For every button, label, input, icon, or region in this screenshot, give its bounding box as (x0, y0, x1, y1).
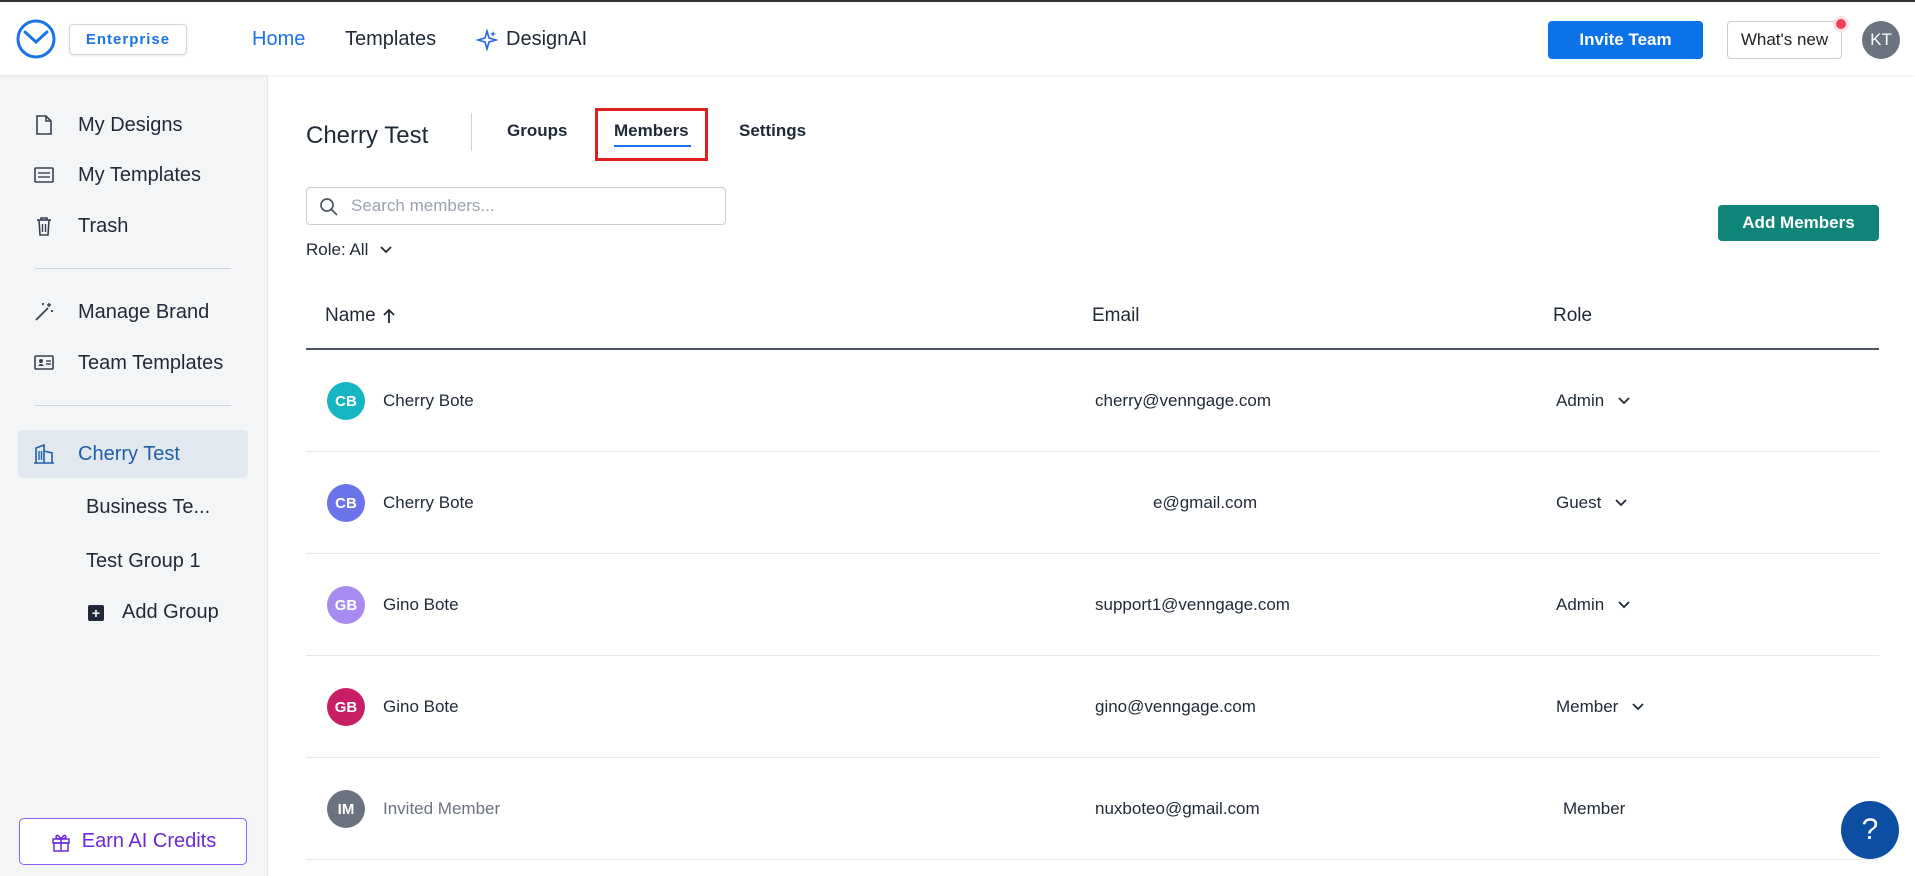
avatar: CB (327, 484, 365, 522)
nav-designai[interactable]: DesignAI (476, 28, 587, 51)
chevron-down-icon (1615, 499, 1627, 507)
notification-dot (1833, 16, 1849, 32)
role-dropdown[interactable]: Admin (1556, 595, 1632, 615)
sidebar-item-trash[interactable]: Trash (0, 203, 268, 249)
table-row: IM Invited Member nuxboteo@gmail.com Mem… (306, 758, 1879, 860)
table-row: GB Gino Bote support1@venngage.com Admin (306, 554, 1879, 656)
nav-home[interactable]: Home (252, 28, 305, 51)
chevron-down-icon (1618, 397, 1630, 405)
role-label: Admin (1556, 595, 1605, 614)
title-divider (471, 113, 472, 151)
member-name: Gino Bote (383, 595, 459, 614)
chevron-down-icon (1618, 601, 1630, 609)
member-email: gino@venngage.com (1095, 697, 1256, 716)
gift-icon (51, 834, 70, 852)
role-label: Member (1556, 697, 1619, 716)
role-label: Guest (1556, 493, 1602, 512)
sparkle-icon (476, 28, 498, 51)
member-email: nuxboteo@gmail.com (1095, 799, 1260, 818)
sidebar-item-cherry-test[interactable]: Cherry Test (0, 431, 268, 477)
chevron-down-icon (380, 246, 393, 254)
column-header-email: Email (1092, 305, 1140, 326)
earn-ai-credits-button[interactable]: Earn AI Credits (19, 818, 247, 865)
table-row: CB Cherry Bote cherry@venngage.com Admin (306, 350, 1879, 452)
search-icon (320, 198, 338, 216)
sidebar-item-label: My Templates (78, 163, 202, 186)
sidebar-item-my-templates[interactable]: My Templates (0, 152, 268, 198)
role-dropdown[interactable]: Admin (1556, 391, 1632, 411)
member-email: e@gmail.com (1153, 493, 1258, 512)
building-icon (32, 442, 56, 466)
avatar: GB (327, 688, 365, 726)
help-button[interactable]: ? (1841, 801, 1899, 859)
role-label: Member (1563, 799, 1626, 818)
plus-icon: + (88, 604, 104, 621)
nav-templates[interactable]: Templates (345, 28, 436, 51)
column-header-name[interactable]: Name (325, 305, 396, 327)
avatar: IM (327, 790, 365, 828)
sidebar-item-label: Team Templates (78, 351, 224, 374)
top-bar: Enterprise Home Templates DesignAI Invit… (0, 0, 1915, 75)
sidebar-divider (35, 405, 231, 406)
templates-icon (32, 163, 56, 187)
team-templates-icon (32, 351, 56, 375)
user-avatar[interactable]: KT (1862, 21, 1900, 59)
sidebar-item-manage-brand[interactable]: Manage Brand (0, 289, 268, 335)
sidebar-item-label: Cherry Test (78, 442, 180, 465)
sidebar-group-business[interactable]: Business Te... (86, 496, 210, 519)
member-name: Gino Bote (383, 697, 459, 716)
venngage-logo-icon[interactable] (15, 18, 57, 60)
avatar: GB (327, 586, 365, 624)
role-dropdown[interactable]: Guest (1556, 493, 1629, 513)
search-input[interactable] (351, 188, 721, 224)
page-title: Cherry Test (306, 122, 429, 149)
table-row: GB Gino Bote gino@venngage.com Member (306, 656, 1879, 758)
column-header-role: Role (1553, 305, 1593, 326)
search-members-field[interactable] (306, 187, 726, 225)
nav-designai-label: DesignAI (506, 28, 588, 50)
avatar: CB (327, 382, 365, 420)
role-label: Admin (1556, 391, 1605, 410)
invite-team-button[interactable]: Invite Team (1548, 21, 1703, 59)
member-name: Cherry Bote (383, 391, 474, 410)
column-header-name-label: Name (325, 305, 376, 326)
magic-wand-icon (32, 300, 56, 324)
trash-icon (32, 214, 56, 238)
role-dropdown[interactable]: Member (1556, 697, 1646, 717)
add-group-label: Add Group (122, 601, 219, 623)
member-name: Cherry Bote (383, 493, 474, 512)
table-row: CB Cherry Bote e@gmail.com Guest (306, 452, 1879, 554)
sidebar-item-label: My Designs (78, 113, 183, 136)
highlight-annotation (595, 108, 708, 161)
role-filter-dropdown[interactable]: Role: All (306, 240, 394, 260)
sidebar-divider (35, 268, 231, 269)
enterprise-badge: Enterprise (69, 24, 187, 55)
tab-groups[interactable]: Groups (507, 121, 567, 141)
sort-ascending-icon (383, 308, 395, 323)
sidebar-group-test-group-1[interactable]: Test Group 1 (86, 550, 201, 573)
sidebar-item-label: Manage Brand (78, 300, 210, 323)
tab-settings[interactable]: Settings (739, 121, 806, 141)
member-email: cherry@venngage.com (1095, 391, 1272, 410)
add-members-button[interactable]: Add Members (1718, 205, 1879, 241)
member-email: support1@venngage.com (1095, 595, 1290, 614)
whats-new-button[interactable]: What's new (1727, 21, 1842, 59)
member-name: Invited Member (383, 799, 501, 818)
role-filter-label: Role: All (306, 240, 369, 259)
earn-ai-credits-label: Earn AI Credits (81, 830, 217, 852)
add-group-button[interactable]: + Add Group (88, 601, 219, 624)
file-icon (32, 113, 56, 137)
chevron-down-icon (1632, 703, 1644, 711)
sidebar-item-my-designs[interactable]: My Designs (0, 102, 268, 148)
sidebar-item-team-templates[interactable]: Team Templates (0, 340, 268, 386)
sidebar-item-label: Trash (78, 214, 129, 237)
